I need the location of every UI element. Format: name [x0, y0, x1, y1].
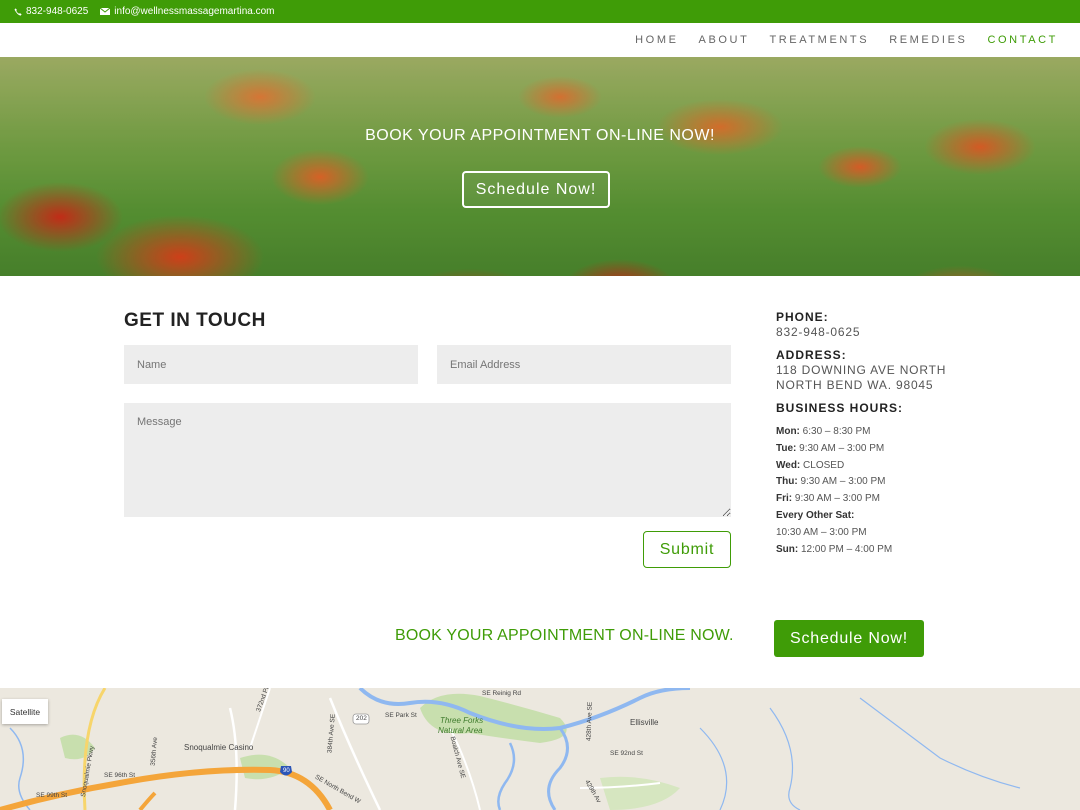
hours-row: Fri: 9:30 AM – 3:00 PM	[776, 491, 976, 508]
hours-day: Tue:	[776, 442, 797, 454]
map-label-ellisville: Ellisville	[630, 718, 659, 727]
hours-time: 6:30 – 8:30 PM	[802, 426, 871, 437]
cta-text: BOOK YOUR APPOINTMENT ON-LINE NOW.	[395, 627, 734, 644]
map-label-se-92nd: SE 92nd St	[610, 750, 643, 757]
hours-row: Tue: 9:30 AM – 3:00 PM	[776, 441, 976, 458]
hours-time: 9:30 AM – 3:00 PM	[794, 493, 880, 505]
satellite-toggle-button[interactable]: Satellite	[2, 699, 48, 724]
envelope-icon	[100, 8, 111, 15]
map-label-natural-area: Natural Area	[438, 726, 483, 735]
phone-value: 832-948-0625	[776, 325, 861, 339]
address-line-1: 118 DOWNING AVE NORTH	[776, 363, 947, 377]
hours-day: Every Other Sat:	[776, 509, 855, 521]
topbar-email-text: info@wellnessmassagemartina.com	[114, 6, 275, 17]
hours-time: CLOSED	[803, 459, 845, 471]
submit-button[interactable]: Submit	[643, 531, 731, 568]
phone-label: PHONE:	[776, 310, 829, 324]
main-nav: HOME ABOUT TREATMENTS REMEDIES CONTACT	[0, 23, 1080, 57]
hours-time: 12:00 PM – 4:00 PM	[801, 543, 893, 555]
map-label-casino: Snoqualmie Casino	[184, 743, 254, 752]
hours-row: 10:30 AM – 3:00 PM	[776, 525, 976, 542]
hero-banner: BOOK YOUR APPOINTMENT ON-LINE NOW! Sched…	[0, 57, 1080, 276]
topbar-email[interactable]: info@wellnessmassagemartina.com	[100, 6, 275, 17]
map-label-i90: 90	[283, 768, 290, 774]
contact-info: PHONE: 832-948-0625 ADDRESS: 118 DOWNING…	[776, 310, 976, 558]
map-graphics	[0, 688, 1080, 810]
google-map[interactable]: Satellite Three Forks Natural Area Ellis…	[0, 688, 1080, 810]
hero-schedule-button[interactable]: Schedule Now!	[462, 171, 610, 208]
hours-day: Wed:	[776, 459, 801, 471]
nav-treatments[interactable]: TREATMENTS	[769, 34, 869, 46]
map-label-three-forks: Three Forks	[440, 716, 484, 725]
cta-schedule-button[interactable]: Schedule Now!	[774, 620, 924, 657]
map-label-reinig: SE Reinig Rd	[482, 690, 522, 697]
map-label-428th: 428th Ave SE	[585, 701, 594, 742]
message-textarea[interactable]	[124, 403, 731, 517]
hours-label: BUSINESS HOURS:	[776, 401, 904, 415]
hours-row: Every Other Sat:	[776, 508, 976, 525]
phone-icon	[14, 7, 22, 16]
nav-home[interactable]: HOME	[635, 34, 678, 46]
email-input[interactable]	[437, 345, 731, 384]
hours-row: Wed: CLOSED	[776, 458, 976, 475]
hours-row: Thu: 9:30 AM – 3:00 PM	[776, 474, 976, 491]
nav-contact[interactable]: CONTACT	[987, 34, 1058, 46]
hours-day: Mon:	[776, 426, 800, 437]
hours-row: Sun: 12:00 PM – 4:00 PM	[776, 542, 976, 559]
hero-overlay	[0, 57, 1080, 276]
hours-day: Fri:	[776, 493, 793, 505]
topbar-phone-text: 832-948-0625	[26, 6, 89, 17]
hours-time: 9:30 AM – 3:00 PM	[800, 476, 886, 488]
hours-time: 10:30 AM – 3:00 PM	[776, 526, 867, 538]
map-label-se-96th: SE 96th St	[104, 772, 136, 779]
topbar-phone[interactable]: 832-948-0625	[14, 6, 88, 17]
map-label-park-st: SE Park St	[385, 712, 417, 719]
map-label-se-99th: SE 99th St	[36, 792, 68, 799]
name-input[interactable]	[124, 345, 418, 384]
address-label: ADDRESS:	[776, 348, 847, 362]
hours-time: 9:30 AM – 3:00 PM	[799, 442, 885, 454]
hours-day: Sun:	[776, 543, 799, 555]
hours-day: Thu:	[776, 476, 798, 488]
nav-about[interactable]: ABOUT	[699, 34, 750, 46]
get-in-touch-title: GET IN TOUCH	[124, 310, 266, 331]
address-line-2: NORTH BEND WA. 98045	[776, 378, 934, 392]
hours-row: Mon: 6:30 – 8:30 PM	[776, 424, 976, 441]
nav-remedies[interactable]: REMEDIES	[889, 34, 967, 46]
hero-title: BOOK YOUR APPOINTMENT ON-LINE NOW!	[365, 127, 715, 144]
hours-list: Mon: 6:30 – 8:30 PM Tue: 9:30 AM – 3:00 …	[776, 424, 976, 558]
map-land	[0, 688, 1080, 810]
map-label-route-202: 202	[356, 715, 367, 722]
top-bar: 832-948-0625 info@wellnessmassagemartina…	[0, 0, 1080, 23]
